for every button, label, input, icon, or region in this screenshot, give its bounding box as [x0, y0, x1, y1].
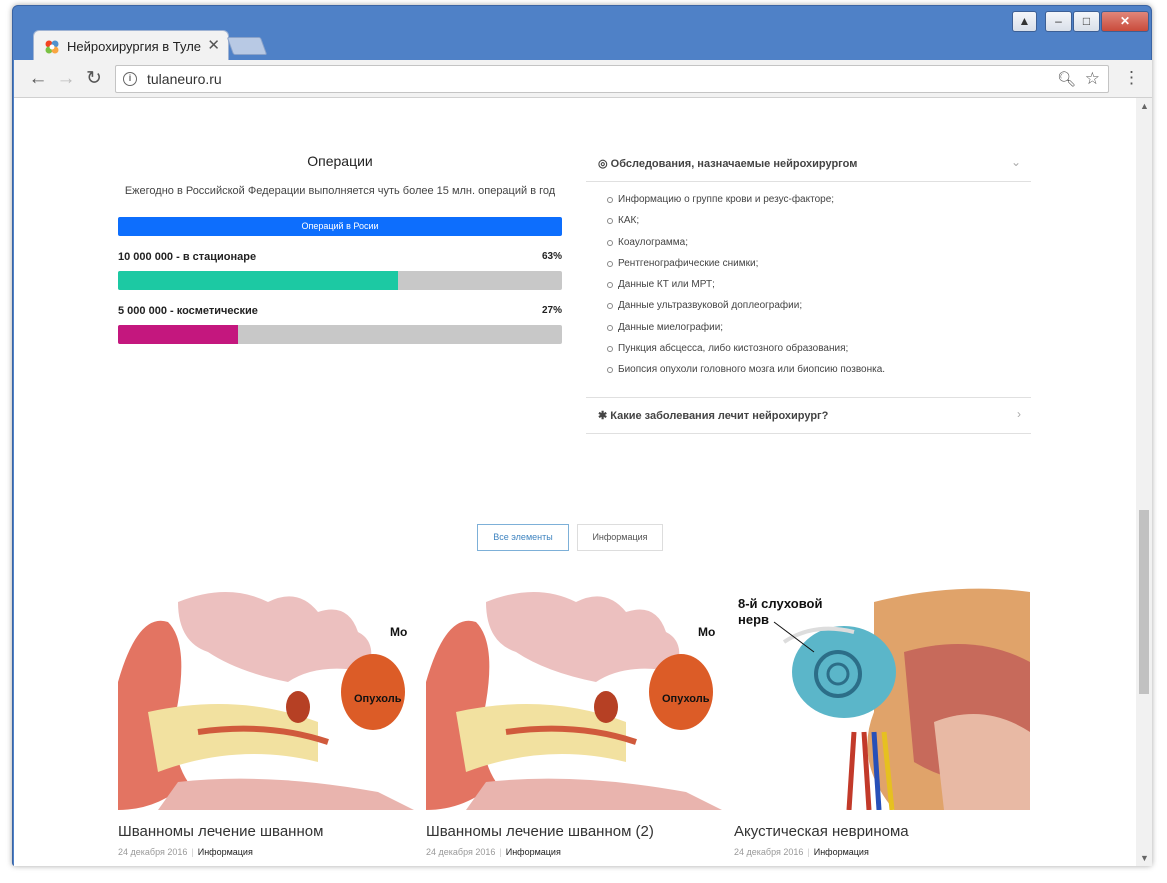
- scrollbar-thumb[interactable]: [1139, 510, 1149, 694]
- list-item: Коаулограмма;: [607, 236, 1031, 257]
- progress-bar-track: [118, 325, 562, 344]
- accordion-title: ◎ Обследования, назначаемые нейрохирурго…: [598, 158, 858, 170]
- back-icon[interactable]: ←: [26, 67, 50, 91]
- article-title[interactable]: Шванномы лечение шванном (2): [426, 823, 722, 840]
- zoom-icon[interactable]: 🔍︎: [1057, 70, 1076, 88]
- maximize-button[interactable]: □: [1073, 11, 1100, 32]
- menu-dots-icon[interactable]: ⋮: [1123, 68, 1140, 88]
- browser-tab[interactable]: Нейрохирургия в Туле, ✕: [33, 30, 229, 61]
- accordion-title: ✱ Какие заболевания лечит нейрохирург?: [598, 409, 829, 422]
- article-date: 24 декабря 2016: [118, 847, 188, 857]
- operations-description: Ежегодно в Российской Федерации выполняе…: [124, 185, 556, 197]
- article-meta: 24 декабря 2016 | Информация: [734, 847, 1030, 857]
- bar-percent: 27%: [541, 305, 562, 316]
- close-window-button[interactable]: ✕: [1101, 11, 1149, 32]
- page-scrollbar[interactable]: ▲ ▼: [1136, 98, 1152, 866]
- minimize-button[interactable]: –: [1045, 11, 1072, 32]
- page-viewport: Операции Ежегодно в Российской Федерации…: [14, 98, 1152, 866]
- list-item: Информацию о группе крови и резус-фактор…: [607, 193, 1031, 214]
- article-meta: 24 декабря 2016 | Информация: [118, 847, 414, 857]
- scroll-down-icon[interactable]: ▼: [1140, 853, 1149, 863]
- browser-window: ▲ – □ ✕ Нейрохирургия в Туле, ✕ ← → ↻ i …: [12, 5, 1152, 866]
- article-title[interactable]: Шванномы лечение шванном: [118, 823, 414, 840]
- article-category[interactable]: Информация: [198, 847, 253, 857]
- accordion: ◎ Обследования, назначаемые нейрохирурго…: [586, 146, 1031, 434]
- title-bar: ▲ – □ ✕ Нейрохирургия в Туле, ✕: [13, 6, 1151, 61]
- article-meta: 24 декабря 2016 | Информация: [426, 847, 722, 857]
- tab-close-icon[interactable]: ✕: [207, 36, 220, 54]
- list-item: Пункция абсцесса, либо кистозного образо…: [607, 342, 1031, 363]
- joomla-favicon-icon: [45, 40, 59, 54]
- bookmark-star-icon[interactable]: ☆: [1085, 69, 1100, 89]
- image-label: 8-й слуховой: [738, 596, 822, 611]
- list-item: Рентгенографические снимки;: [607, 257, 1031, 278]
- new-tab-button[interactable]: [226, 37, 268, 55]
- article-card[interactable]: Мо Опухоль Шванномы лечение шванном 24 д…: [118, 582, 414, 866]
- article-image[interactable]: 8-й слуховой нерв: [734, 582, 1030, 810]
- chevron-down-icon: ⌄: [1010, 155, 1021, 169]
- article-title[interactable]: Акустическая невринома: [734, 823, 1030, 840]
- page-content: Операции Ежегодно в Российской Федерации…: [14, 98, 1136, 866]
- image-label: Опухоль: [662, 693, 710, 705]
- progress-bar-track: [118, 271, 562, 290]
- list-item: Данные ультразвуковой доплеографии;: [607, 299, 1031, 320]
- bar-percent: 63%: [541, 251, 562, 262]
- image-label: нерв: [738, 612, 769, 627]
- separator: |: [807, 847, 810, 857]
- article-card[interactable]: Мо Опухоль Шванномы лечение шванном (2) …: [426, 582, 722, 866]
- accordion-item-exams[interactable]: ◎ Обследования, назначаемые нейрохирурго…: [586, 146, 1031, 182]
- list-item: КАК;: [607, 214, 1031, 235]
- tab-title: Нейрохирургия в Туле,: [67, 39, 201, 54]
- image-label: Мо: [390, 625, 407, 639]
- browser-toolbar: ← → ↻ i tulaneuro.ru 🔍︎ ☆ ⋮: [14, 60, 1152, 98]
- operations-header-bar: Операций в Росии: [118, 217, 562, 236]
- list-item: Биопсия опухоли головного мозга или биоп…: [607, 363, 1031, 384]
- operations-title: Операции: [307, 153, 373, 169]
- image-label: Опухоль: [354, 693, 402, 705]
- article-card[interactable]: 8-й слуховой нерв Акустическая невринома…: [734, 582, 1030, 866]
- profile-button[interactable]: ▲: [1012, 11, 1037, 32]
- article-category[interactable]: Информация: [814, 847, 869, 857]
- exams-list: Информацию о группе крови и резус-фактор…: [586, 182, 1031, 398]
- separator: |: [191, 847, 194, 857]
- filter-all-button[interactable]: Все элементы: [477, 524, 569, 551]
- reload-icon[interactable]: ↻: [82, 67, 106, 91]
- article-image[interactable]: Мо Опухоль: [118, 582, 414, 810]
- filter-info-button[interactable]: Информация: [577, 524, 663, 551]
- scroll-up-icon[interactable]: ▲: [1140, 101, 1149, 111]
- progress-bar-fill: [118, 271, 398, 290]
- list-item: Данные КТ или МРТ;: [607, 278, 1031, 299]
- image-label: Мо: [698, 625, 715, 639]
- address-bar[interactable]: i tulaneuro.ru 🔍︎ ☆: [115, 65, 1109, 93]
- accordion-item-diseases[interactable]: ✱ Какие заболевания лечит нейрохирург? ›: [586, 398, 1031, 434]
- article-image[interactable]: Мо Опухоль: [426, 582, 722, 810]
- bar-label: 10 000 000 - в стационаре: [118, 251, 257, 263]
- article-category[interactable]: Информация: [506, 847, 561, 857]
- separator: |: [499, 847, 502, 857]
- article-date: 24 декабря 2016: [426, 847, 496, 857]
- forward-icon[interactable]: →: [54, 67, 78, 91]
- chevron-right-icon: ›: [1017, 406, 1021, 421]
- article-date: 24 декабря 2016: [734, 847, 804, 857]
- progress-bar-fill: [118, 325, 238, 344]
- list-item: Данные миелографии;: [607, 321, 1031, 342]
- bar-label: 5 000 000 - косметические: [118, 305, 258, 317]
- info-icon[interactable]: i: [123, 72, 137, 86]
- url-text[interactable]: tulaneuro.ru: [147, 71, 222, 87]
